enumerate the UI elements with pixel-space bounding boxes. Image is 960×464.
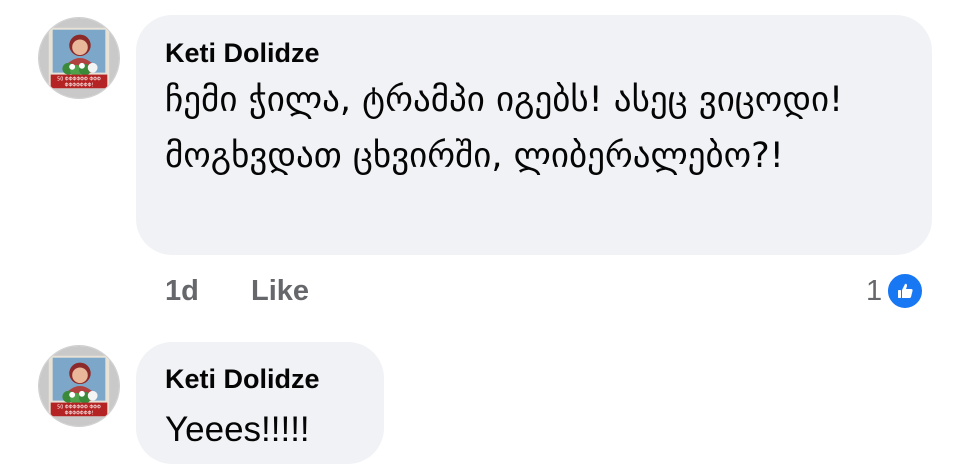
avatar[interactable]: 50 ΦΦΦΦΦΦ ΦΦΦ ΦΦΦΦΦΦΦ! xyxy=(38,345,120,427)
comment-timestamp[interactable]: 1d xyxy=(165,275,199,308)
comment-text: ჩემი ჭილა, ტრამპი იგებს! ასეც ვიცოდი! მო… xyxy=(165,80,844,176)
svg-text:ΦΦΦΦΦΦΦ!: ΦΦΦΦΦΦΦ! xyxy=(65,82,94,88)
profile-photo-icon: 50 ΦΦΦΦΦΦ ΦΦΦ ΦΦΦΦΦΦΦ! xyxy=(39,346,119,426)
comment-author[interactable]: Keti Dolidze xyxy=(165,364,320,395)
comment-thread: 50 ΦΦΦΦΦΦ ΦΦΦ ΦΦΦΦΦΦΦ! Keti Dolidze ჩემი… xyxy=(0,0,960,464)
comment-author[interactable]: Keti Dolidze xyxy=(165,38,320,69)
thumbs-up-icon xyxy=(886,272,925,310)
svg-text:ΦΦΦΦΦΦΦ!: ΦΦΦΦΦΦΦ! xyxy=(65,410,94,416)
avatar[interactable]: 50 ΦΦΦΦΦΦ ΦΦΦ ΦΦΦΦΦΦΦ! xyxy=(38,17,120,99)
reaction-count-number: 1 xyxy=(866,274,883,307)
comment-text: Yeees!!!!! xyxy=(165,410,310,449)
like-button[interactable]: Like xyxy=(251,275,309,308)
reaction-count[interactable]: 1 xyxy=(866,272,925,310)
profile-photo-icon: 50 ΦΦΦΦΦΦ ΦΦΦ ΦΦΦΦΦΦΦ! xyxy=(39,18,119,98)
